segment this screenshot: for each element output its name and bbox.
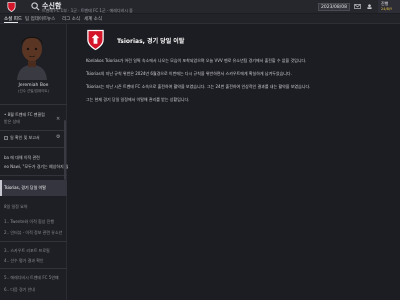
profile-icon[interactable] (366, 4, 373, 9)
club-logo-icon[interactable] (6, 2, 17, 12)
active-tab-indicator (4, 22, 18, 23)
current-date[interactable]: 2023/08/08 (318, 3, 350, 11)
sidebar-divider (0, 268, 67, 269)
report-item[interactable]: 일 확인 및 보고서 (10, 135, 40, 141)
message-title: Tsiorias, 경기 당일 이탈 (117, 38, 185, 45)
sidebar-divider (0, 175, 67, 176)
sidebar-divider (0, 104, 67, 105)
inbox-item[interactable]: 6.. 다음 경기 안내 (4, 287, 35, 293)
sidebar-scrollbar[interactable] (64, 120, 66, 180)
select-checkbox[interactable] (4, 136, 8, 140)
tab-world-news[interactable]: 세계 소식 (84, 16, 102, 22)
message-paragraph: 그는 현재 경기 당일 일정에서 이탈해 관리를 받는 상황입니다. (86, 97, 190, 102)
tab-team-updates[interactable]: 팀 업데이트 (25, 16, 47, 22)
inbox-item[interactable]: 3.. 스카우트 리포트 프로필 (4, 248, 50, 254)
sidebar-divider (0, 241, 67, 242)
filter-label[interactable]: • 8월 트벤테 FC 팬클럽 (4, 112, 45, 118)
club-crest-icon (87, 29, 104, 51)
message-panel (68, 24, 400, 300)
message-paragraph: Tsiorias는 지난 시즌 트벤테 FC 소속으로 출전하여 활약을 보였습… (86, 84, 311, 89)
inbox-item-label: Tsiorias, 경기 당일 이탈 (4, 185, 46, 190)
top-bar: 수신함 트벤테 FC 1부 · 1군 · 트벤테 FC 1군 · 에레디비시 중… (0, 0, 400, 13)
player-position: (선수 선발/업데이트) (18, 89, 49, 93)
inbox-item[interactable]: 4.. 선수 평가 결과 확인 (4, 258, 44, 264)
filter-sub-label: 받은 상태 (4, 119, 20, 124)
sidebar-divider (0, 130, 67, 131)
settings-icon[interactable]: ⚙ (56, 134, 60, 140)
nav-bar: 소셜 피드 팀 업데이트 뉴스 리그 소식 세계 소식 (0, 14, 400, 24)
inbox-item[interactable]: 8일 일정 요약 (4, 204, 28, 210)
message-paragraph: Tsiorias의 지난 규칙 위반은 2024년 6월경으로 이번에는 다시 … (86, 71, 292, 76)
inbox-item[interactable]: 5.. 에레디비시 트벤테 FC 5연패 (4, 275, 59, 281)
tab-news[interactable]: 뉴스 (47, 16, 55, 22)
search-icon[interactable] (31, 2, 40, 11)
close-icon[interactable]: × (56, 116, 60, 122)
player-avatar[interactable] (12, 30, 52, 80)
sidebar-divider (0, 147, 67, 148)
tab-league-news[interactable]: 리그 소식 (62, 16, 80, 22)
mail-icon[interactable] (354, 4, 361, 9)
inbox-item[interactable]: 2.. 인터뷰 - 이적 정보 관련 유소년 (4, 230, 62, 236)
player-name[interactable]: Jeremiah Boe (0, 83, 67, 88)
inbox-item[interactable]: 1.. Twente와 이적 협상 진행 (4, 219, 54, 225)
continue-date: 24/8/Y (381, 7, 393, 11)
message-paragraph: Konlakos Tsiorias가 어린 일찍 숙소에서 나오는 모습이 포착… (86, 58, 307, 63)
inbox-item[interactable]: ba 에 대해 이적 관련 (4, 155, 40, 161)
